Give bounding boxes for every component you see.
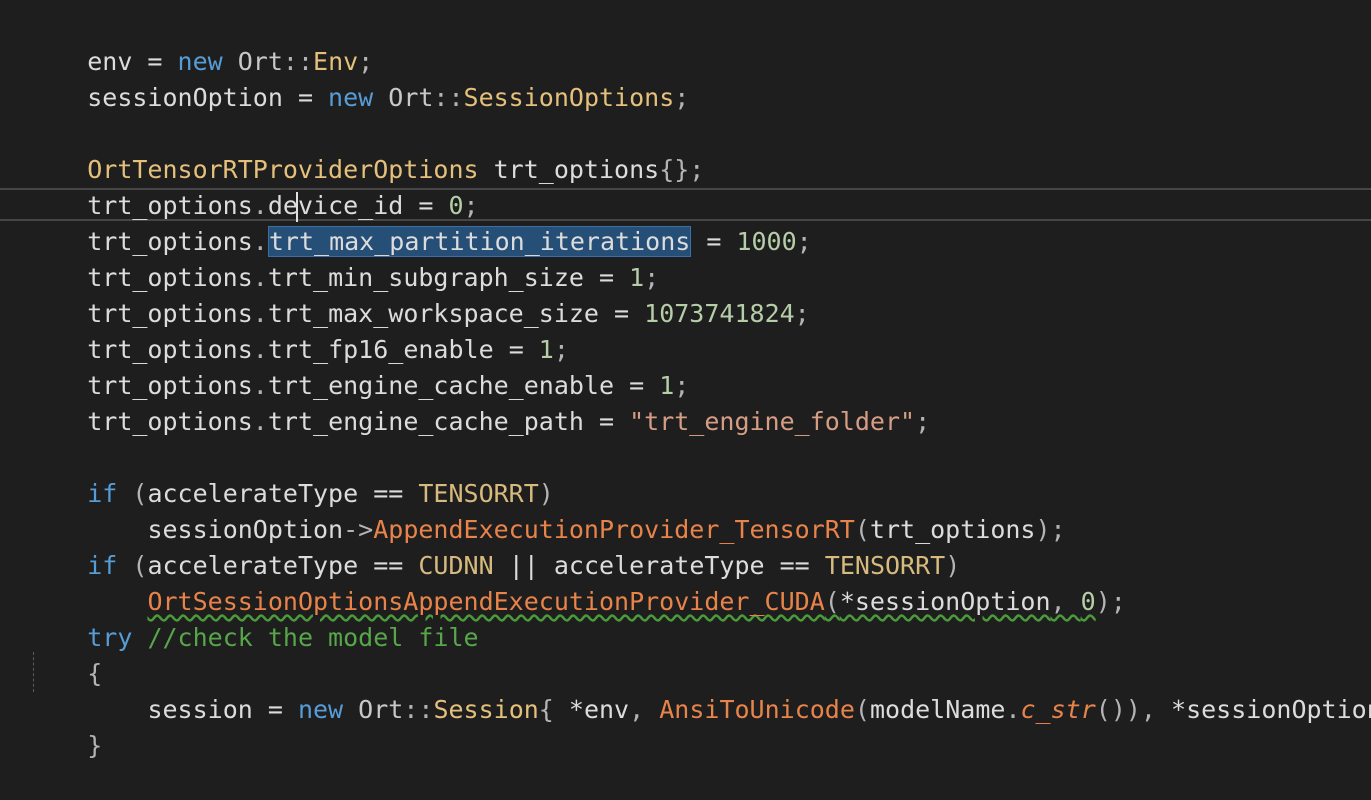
token: 1000 [736, 227, 797, 256]
code-line-10[interactable]: trt_options.trt_engine_cache_enable = 1; [27, 332, 689, 400]
token: . [252, 407, 268, 436]
token: ); [1035, 515, 1066, 544]
token: ( [824, 587, 840, 616]
text-caret [296, 192, 298, 222]
code-line-20[interactable]: } [27, 692, 102, 760]
code-line-16[interactable]: OrtSessionOptionsAppendExecutionProvider… [27, 548, 1125, 616]
token: modelName [869, 695, 1006, 724]
token: "trt_engine_folder" [629, 407, 916, 436]
token: ; [915, 407, 931, 436]
code-line-4[interactable]: OrtTensorRTProviderOptions trt_options{}… [27, 116, 704, 184]
token: = [282, 83, 329, 112]
token: trt_options [478, 155, 660, 184]
token: = [583, 407, 630, 436]
token: c_str [1020, 695, 1096, 724]
code-line-19[interactable]: session = new Ort::Session{ *env, AnsiTo… [27, 656, 1371, 724]
token: new [297, 695, 344, 724]
code-line-2[interactable]: sessionOption = new Ort::SessionOptions; [27, 44, 689, 112]
token: trt_options [87, 407, 253, 436]
token: ); [1095, 587, 1126, 616]
code-line-15[interactable]: if (accelerateType == CUDNN || accelerat… [27, 512, 960, 580]
code-line-7[interactable]: trt_options.trt_min_subgraph_size = 1; [27, 224, 659, 292]
code-line-14[interactable]: sessionOption->AppendExecutionProvider_T… [27, 476, 1065, 544]
token: 0 [1080, 587, 1096, 616]
token: } [87, 731, 103, 760]
token: Session [433, 695, 539, 724]
token: session [147, 695, 253, 724]
token: , [629, 695, 660, 724]
code-line-11[interactable]: trt_options.trt_engine_cache_path = "trt… [27, 368, 930, 436]
token: SessionOptions [463, 83, 675, 112]
token: new [328, 83, 374, 112]
token: . [1005, 695, 1021, 724]
code-line-6[interactable]: trt_options.trt_max_partition_iterations… [27, 188, 812, 257]
token: sessionOption [87, 83, 283, 112]
token: :: [403, 695, 434, 724]
code-line-18[interactable]: { [27, 620, 102, 688]
token: trt_engine_cache_path [267, 407, 584, 436]
code-line-13[interactable]: if (accelerateType == TENSORRT) [27, 440, 554, 508]
token: ; [674, 83, 690, 112]
token: = [691, 227, 737, 256]
token: AnsiToUnicode [659, 695, 855, 724]
token: *sessionOption [1171, 695, 1371, 724]
code-line-5[interactable]: trt_options.device_id = 0; [27, 152, 478, 220]
token: *env [568, 695, 630, 724]
token: ; [689, 155, 705, 184]
token: = [252, 695, 298, 724]
token: = [599, 299, 645, 328]
token: ; [794, 299, 810, 328]
token: { [538, 695, 569, 724]
comment: //check the model file [147, 623, 479, 652]
token: ( [854, 695, 870, 724]
token: *sessionOption [839, 587, 1051, 616]
token: ()), [1095, 695, 1172, 724]
code-line-17[interactable]: try //check the model file [27, 584, 478, 652]
token: , [1050, 587, 1081, 616]
token: Ort [358, 695, 404, 724]
token: {} [659, 155, 690, 184]
code-editor[interactable]: env = new Ort::Env; sessionOption = new … [0, 0, 1371, 760]
token: Ort [388, 83, 434, 112]
token: 1073741824 [644, 299, 795, 328]
code-line-1[interactable]: env = new Ort::Env; [27, 8, 373, 76]
token: :: [433, 83, 464, 112]
code-line-8[interactable]: trt_options.trt_max_workspace_size = 107… [27, 260, 810, 328]
code-line-9[interactable]: trt_options.trt_fp16_enable = 1; [27, 296, 569, 364]
token: ; [796, 227, 812, 256]
